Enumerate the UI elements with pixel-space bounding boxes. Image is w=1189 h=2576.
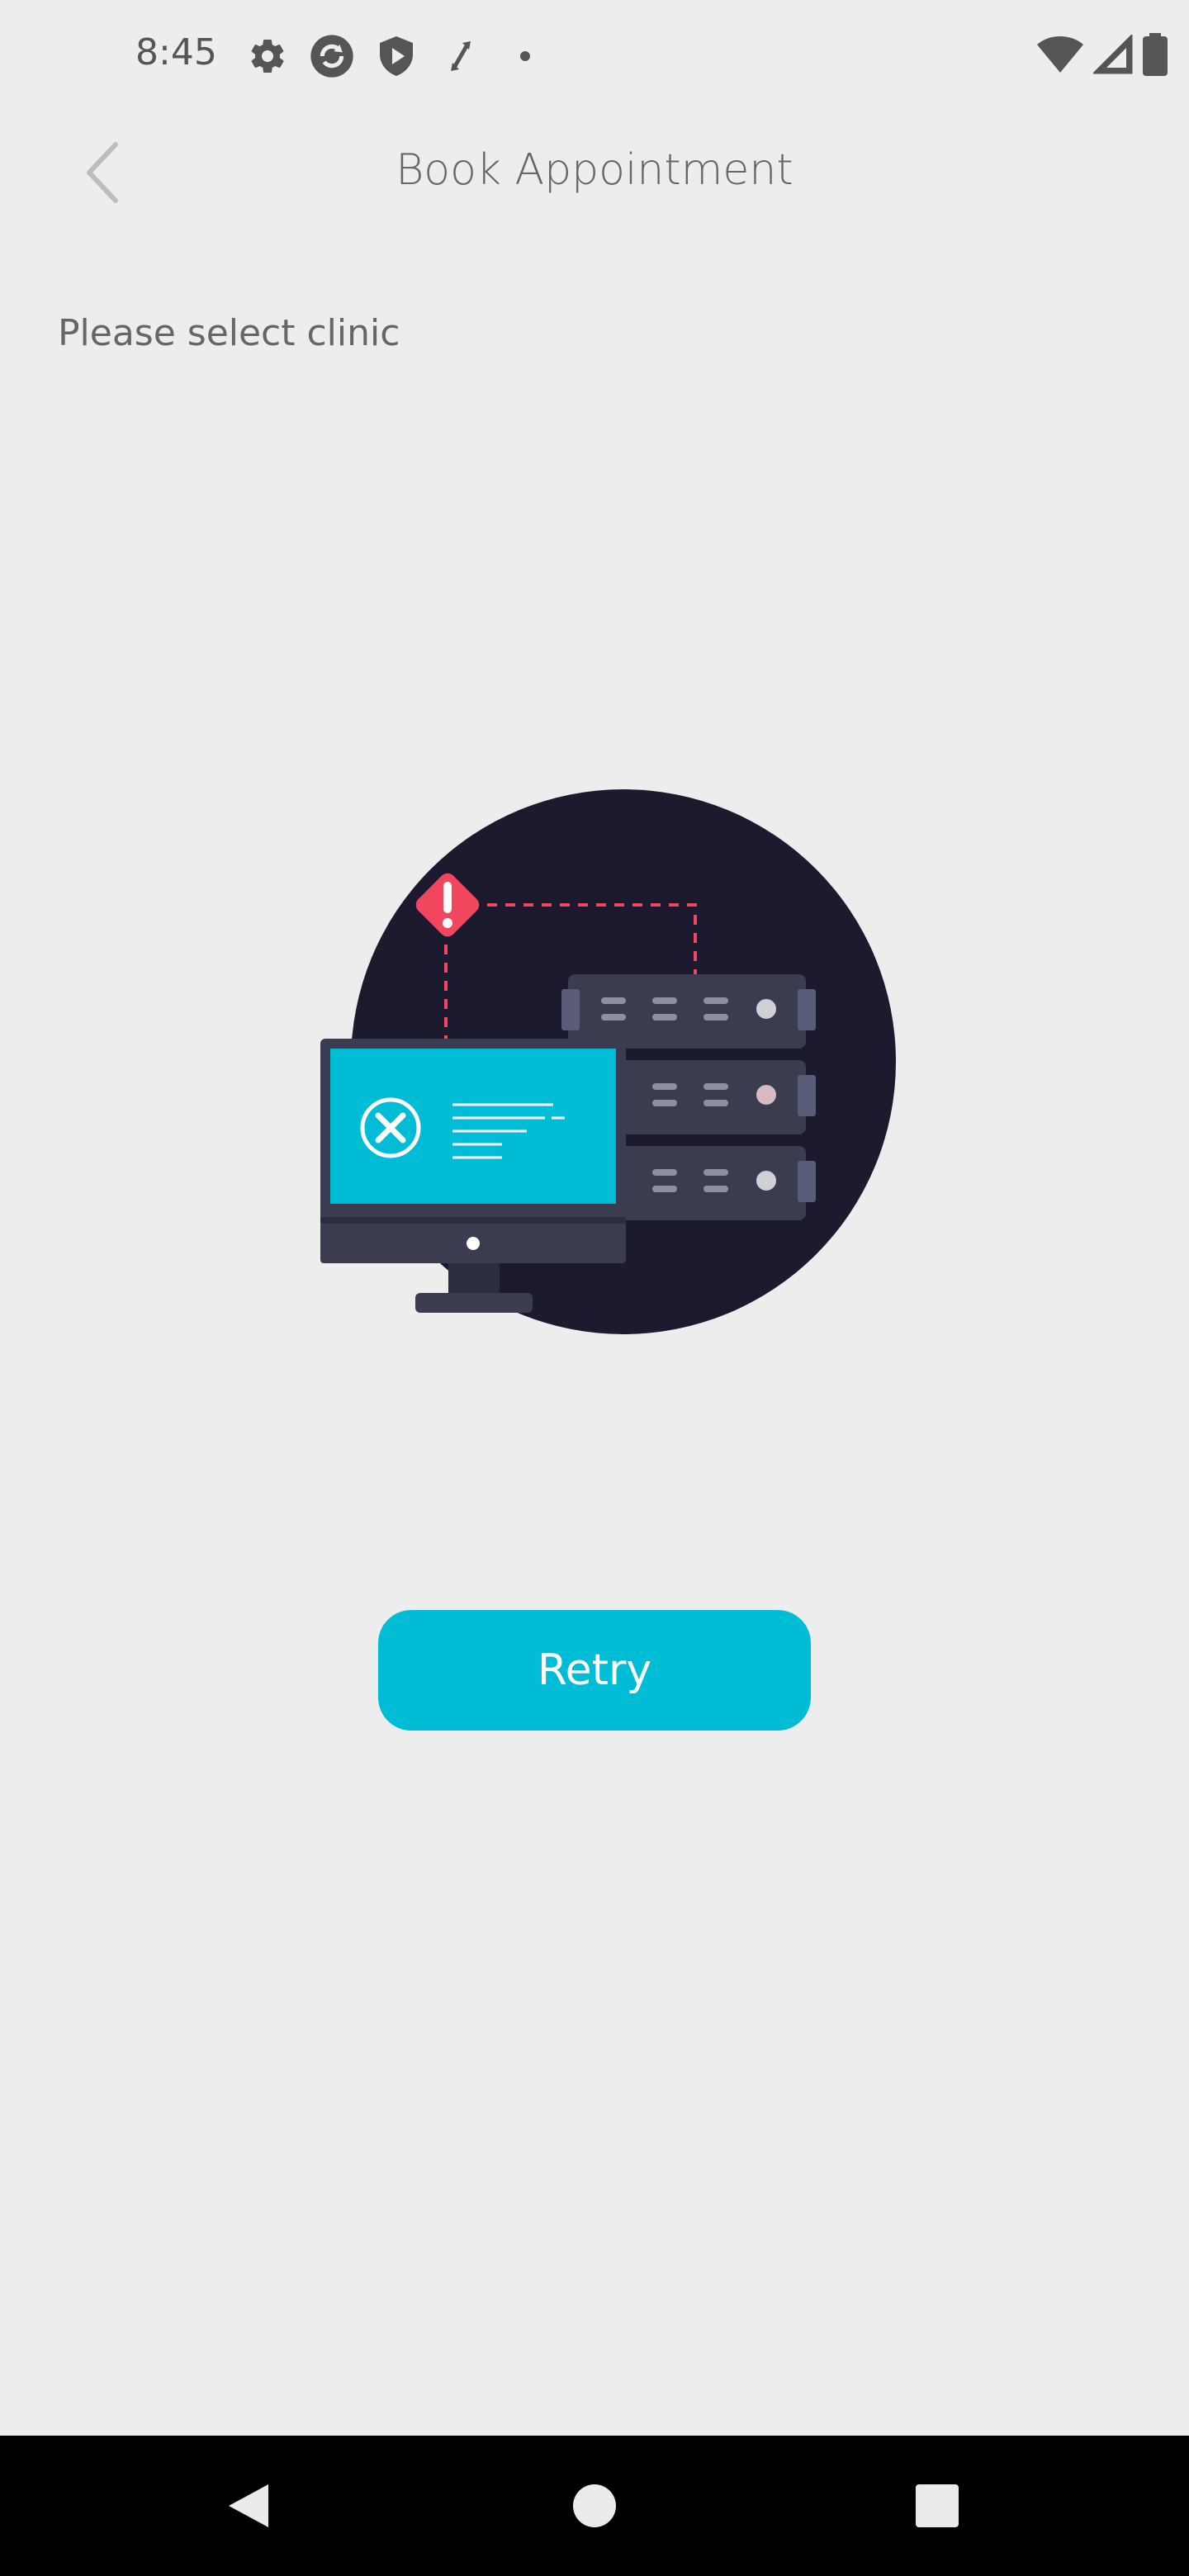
battery-icon <box>1143 33 1168 80</box>
app-bar: Book Appointment <box>0 124 1189 223</box>
back-nav-icon[interactable] <box>203 2460 294 2551</box>
shield-play-icon <box>373 33 419 79</box>
dot-icon <box>502 33 548 79</box>
gear-icon <box>244 33 291 79</box>
retry-button[interactable]: Retry <box>378 1610 811 1731</box>
home-nav-icon[interactable] <box>549 2460 640 2551</box>
wifi-icon <box>1037 35 1083 78</box>
signal-icon <box>1092 33 1133 78</box>
transfer-icon <box>438 33 484 79</box>
status-time: 8:45 <box>135 31 217 73</box>
sync-icon <box>309 33 355 79</box>
page-title: Book Appointment <box>396 145 793 195</box>
recents-nav-icon[interactable] <box>892 2460 983 2551</box>
system-nav-bar <box>0 2436 1189 2576</box>
app-screen: 8:45 Book Appointment Please select clin… <box>0 0 1189 2576</box>
select-clinic-label: Please select clinic <box>58 312 400 354</box>
status-icons-right <box>1037 33 1168 80</box>
connection-error-illustration <box>306 784 908 1346</box>
status-bar: 8:45 <box>0 0 1189 112</box>
status-icons-left <box>244 33 548 79</box>
